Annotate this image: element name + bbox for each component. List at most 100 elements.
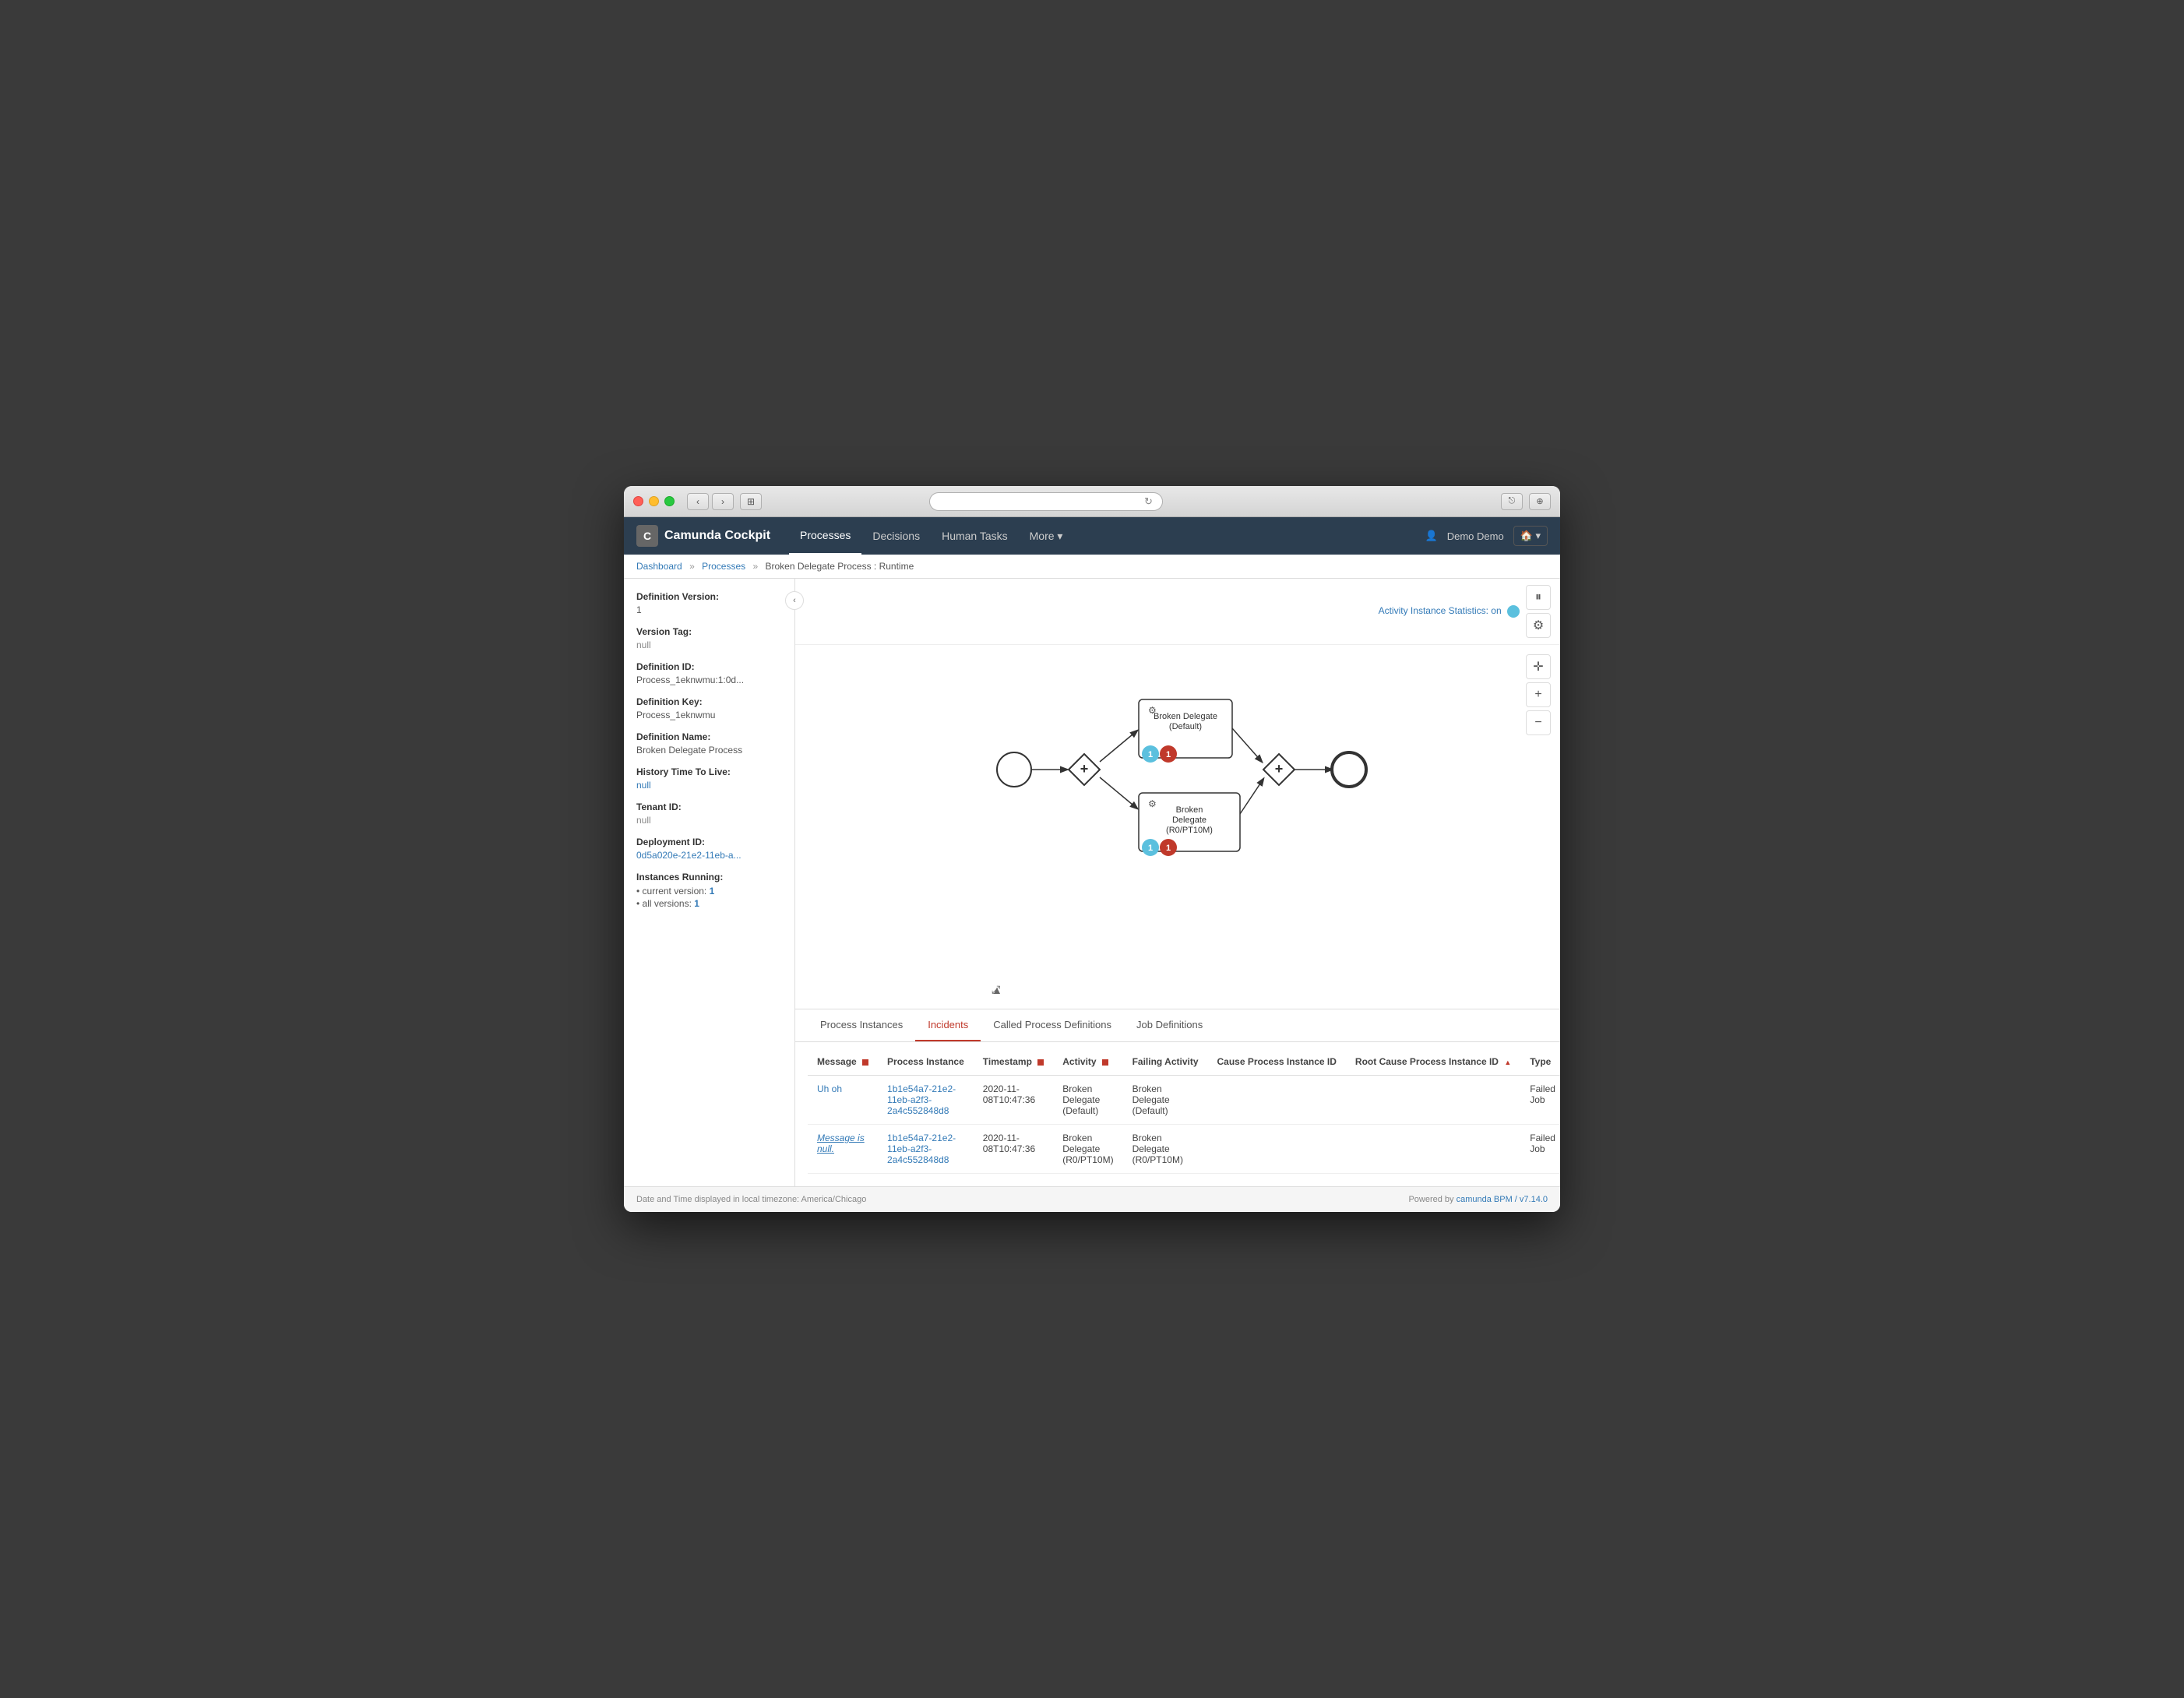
- td-cause-pid-2: [1208, 1125, 1346, 1174]
- th-timestamp: Timestamp: [974, 1048, 1053, 1076]
- instances-list: current version: 1 all versions: 1: [636, 885, 782, 910]
- back-button[interactable]: ‹: [687, 493, 709, 510]
- th-message: Message: [808, 1048, 878, 1076]
- nav-item-human-tasks[interactable]: Human Tasks: [931, 517, 1019, 555]
- app-window: ‹ › ⊞ localhost ↻ ⎋ ⊕ C Camunda Cockpit …: [624, 486, 1560, 1212]
- badge-red-rt-val: 1: [1166, 844, 1171, 853]
- tab-process-instances[interactable]: Process Instances: [808, 1009, 915, 1041]
- url-input[interactable]: localhost: [929, 492, 1163, 511]
- sort-timestamp-icon[interactable]: [1037, 1059, 1044, 1066]
- titlebar: ‹ › ⊞ localhost ↻ ⎋ ⊕: [624, 486, 1560, 517]
- instances-current-value[interactable]: 1: [710, 886, 715, 897]
- flow-brt-gw2: [1240, 779, 1263, 814]
- sidebar-label-history-ttl: History Time To Live:: [636, 766, 782, 777]
- failing-activity-1: Broken Delegate (Default): [1133, 1083, 1170, 1116]
- sidebar-field-tenant: Tenant ID: null: [636, 801, 782, 826]
- traffic-lights: [633, 496, 675, 506]
- td-message-2: Message is null.: [808, 1125, 878, 1174]
- breadcrumb: Dashboard » Processes » Broken Delegate …: [624, 555, 1560, 579]
- td-failing-activity-1: Broken Delegate (Default): [1123, 1076, 1208, 1125]
- footer-right-link[interactable]: camunda BPM / v7.14.0: [1457, 1195, 1548, 1204]
- sort-root-cause-icon[interactable]: ▲: [1504, 1059, 1511, 1066]
- end-event[interactable]: [1332, 752, 1366, 787]
- failing-activity-2: Broken Delegate (R0/PT10M): [1133, 1133, 1183, 1165]
- gear-icon-rt: ⚙: [1148, 798, 1157, 809]
- timestamp-1: 2020-11-08T10:47:36: [983, 1083, 1035, 1105]
- breadcrumb-current: Broken Delegate Process : Runtime: [766, 561, 914, 572]
- pause-button[interactable]: ⏸: [1526, 585, 1551, 610]
- footer-right-prefix: Powered by: [1408, 1195, 1453, 1204]
- type-2: Failed Job: [1530, 1133, 1555, 1154]
- logo-letter: C: [643, 530, 651, 542]
- sidebar-field-def-id: Definition ID: Process_1eknwmu:1:0d...: [636, 661, 782, 685]
- tab-job-definitions[interactable]: Job Definitions: [1124, 1009, 1215, 1041]
- zoom-out-button[interactable]: −: [1526, 710, 1551, 735]
- maximize-button[interactable]: [664, 496, 675, 506]
- table-body: Uh oh 1b1e54a7-21e2-11eb-a2f3-2a4c552848…: [808, 1076, 1560, 1174]
- split-view-button[interactable]: ⊞: [740, 493, 762, 510]
- sidebar-collapse-button[interactable]: ‹: [785, 591, 804, 610]
- url-bar: localhost ↻: [929, 492, 1163, 511]
- tab-called-process[interactable]: Called Process Definitions: [981, 1009, 1124, 1041]
- tab-incidents[interactable]: Incidents: [915, 1009, 981, 1041]
- instances-current-label: current version:: [643, 886, 707, 897]
- forward-button[interactable]: ›: [712, 493, 734, 510]
- sidebar-field-history-ttl: History Time To Live: null: [636, 766, 782, 791]
- bottom-panel: Process Instances Incidents Called Proce…: [795, 1009, 1560, 1186]
- home-button[interactable]: 🏠 ▾: [1513, 526, 1548, 546]
- instances-all: all versions: 1: [636, 897, 782, 910]
- stats-toggle-label: Activity Instance Statistics: on: [1379, 605, 1502, 616]
- activity-2: Broken Delegate (R0/PT10M): [1062, 1133, 1113, 1165]
- breadcrumb-processes[interactable]: Processes: [702, 561, 745, 572]
- main-layout: ‹ Definition Version: 1 Version Tag: nul…: [624, 579, 1560, 1186]
- footer: Date and Time displayed in local timezon…: [624, 1186, 1560, 1212]
- nav-item-more[interactable]: More ▾: [1019, 517, 1074, 555]
- instances-all-value[interactable]: 1: [694, 898, 699, 909]
- nav-item-processes[interactable]: Processes: [789, 517, 861, 555]
- sidebar-value-history-ttl[interactable]: null: [636, 780, 782, 791]
- nav-item-decisions[interactable]: Decisions: [861, 517, 931, 555]
- tabs: Process Instances Incidents Called Proce…: [808, 1009, 1215, 1041]
- table-row: Message is null. 1b1e54a7-21e2-11eb-a2f3…: [808, 1125, 1560, 1174]
- td-activity-1: Broken Delegate (Default): [1053, 1076, 1122, 1125]
- sidebar-value-deployment[interactable]: 0d5a020e-21e2-11eb-a...: [636, 850, 782, 861]
- sidebar-label-def-name: Definition Name:: [636, 731, 782, 742]
- th-timestamp-label: Timestamp: [983, 1056, 1032, 1067]
- refresh-button[interactable]: ↻: [1144, 495, 1153, 508]
- sidebar-field-version-tag: Version Tag: null: [636, 626, 782, 650]
- process-instance-link-2[interactable]: 1b1e54a7-21e2-11eb-a2f3-2a4c552848d8: [887, 1133, 956, 1165]
- th-process-instance-label: Process Instance: [887, 1056, 964, 1067]
- th-type-label: Type: [1530, 1056, 1551, 1067]
- table-header-row: Message Process Instance Timestamp: [808, 1048, 1560, 1076]
- expand-button[interactable]: ⤢: [992, 983, 1000, 996]
- zoom-in-button[interactable]: +: [1526, 682, 1551, 707]
- move-button[interactable]: ✛: [1526, 654, 1551, 679]
- td-cause-pid-1: [1208, 1076, 1346, 1125]
- instances-all-label: all versions:: [643, 898, 692, 909]
- share-button[interactable]: ⎋: [1501, 493, 1523, 510]
- start-event[interactable]: [997, 752, 1031, 787]
- td-type-2: Failed Job: [1520, 1125, 1560, 1174]
- process-instance-link-1[interactable]: 1b1e54a7-21e2-11eb-a2f3-2a4c552848d8: [887, 1083, 956, 1116]
- user-icon: 👤: [1425, 530, 1438, 542]
- sidebar-field-def-key: Definition Key: Process_1eknwmu: [636, 696, 782, 720]
- sort-message-icon[interactable]: [862, 1059, 868, 1066]
- settings-button[interactable]: ⚙: [1526, 613, 1551, 638]
- th-activity: Activity: [1053, 1048, 1122, 1076]
- close-button[interactable]: [633, 496, 643, 506]
- sort-activity-icon[interactable]: [1102, 1059, 1108, 1066]
- minimize-button[interactable]: [649, 496, 659, 506]
- sidebar-label-tenant: Tenant ID:: [636, 801, 782, 812]
- message-link-1[interactable]: Uh oh: [817, 1083, 842, 1094]
- sidebar-label-def-key: Definition Key:: [636, 696, 782, 707]
- new-tab-button[interactable]: ⊕: [1529, 493, 1551, 510]
- sidebar-label-deployment: Deployment ID:: [636, 837, 782, 847]
- th-root-cause-pid: Root Cause Process Instance ID ▲: [1346, 1048, 1520, 1076]
- td-root-cause-pid-2: [1346, 1125, 1520, 1174]
- message-link-2[interactable]: Message is null.: [817, 1133, 865, 1154]
- th-message-label: Message: [817, 1056, 857, 1067]
- stats-toggle[interactable]: Activity Instance Statistics: on: [1379, 605, 1520, 618]
- td-process-instance-2: 1b1e54a7-21e2-11eb-a2f3-2a4c552848d8: [878, 1125, 974, 1174]
- breadcrumb-dashboard[interactable]: Dashboard: [636, 561, 682, 572]
- td-failing-activity-2: Broken Delegate (R0/PT10M): [1123, 1125, 1208, 1174]
